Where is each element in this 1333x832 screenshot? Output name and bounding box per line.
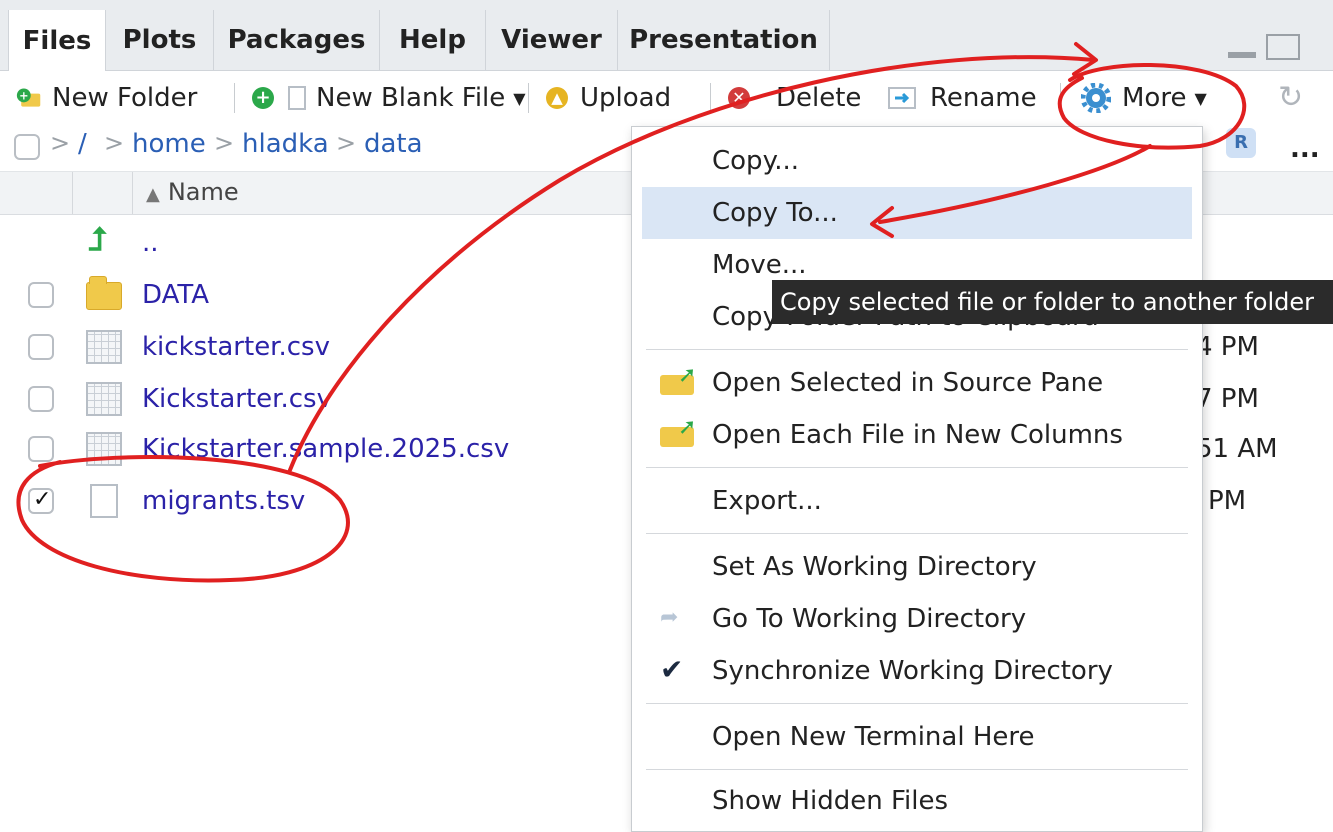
toolbar-separator bbox=[1060, 83, 1061, 113]
tab-presentation[interactable]: Presentation bbox=[618, 10, 830, 70]
r-project-icon[interactable]: R bbox=[1226, 128, 1256, 158]
modified-time: 7 PM bbox=[1196, 384, 1259, 414]
file-name-link[interactable]: DATA bbox=[142, 280, 209, 310]
modified-time: PM bbox=[1208, 486, 1247, 516]
breadcrumb-root[interactable]: / bbox=[78, 129, 87, 159]
modified-time: 51 AM bbox=[1196, 434, 1278, 464]
modified-time: 4 PM bbox=[1196, 332, 1259, 362]
upload-button[interactable]: ▲ Upload bbox=[544, 79, 671, 117]
breadcrumb-hladka[interactable]: hladka bbox=[242, 129, 329, 159]
delete-icon: ✕ bbox=[726, 85, 752, 111]
delete-button[interactable]: ✕ Delete bbox=[726, 79, 861, 117]
name-column-header[interactable]: ▲ Name bbox=[146, 178, 239, 206]
tooltip: Copy selected file or folder to another … bbox=[772, 280, 1333, 324]
upload-icon: ▲ bbox=[544, 85, 570, 111]
menu-item-open-terminal[interactable]: Open New Terminal Here bbox=[642, 711, 1192, 763]
svg-text:+: + bbox=[19, 89, 28, 102]
toolbar-separator bbox=[234, 83, 235, 113]
menu-item-export[interactable]: Export... bbox=[642, 475, 1192, 527]
rename-button[interactable]: Rename bbox=[886, 79, 1037, 117]
table-file-icon bbox=[86, 330, 122, 364]
more-button[interactable]: More ▼ bbox=[1080, 79, 1207, 117]
refresh-icon[interactable]: ↻ bbox=[1278, 80, 1303, 115]
new-folder-icon: + bbox=[16, 85, 42, 111]
new-folder-button[interactable]: + New Folder bbox=[16, 79, 197, 117]
name-column-label: Name bbox=[167, 178, 239, 206]
file-checkbox[interactable] bbox=[28, 436, 54, 462]
table-file-icon bbox=[86, 382, 122, 416]
upload-label: Upload bbox=[580, 83, 672, 113]
file-name-link[interactable]: Kickstarter.sample.2025.csv bbox=[142, 434, 509, 464]
list-item[interactable]: kickstarter.csv bbox=[0, 322, 640, 374]
new-blank-file-label: New Blank File bbox=[316, 83, 506, 113]
tab-files[interactable]: Files bbox=[8, 10, 106, 71]
breadcrumb-home[interactable]: home bbox=[132, 129, 206, 159]
file-checkbox[interactable] bbox=[28, 334, 54, 360]
checkmark-icon: ✔ bbox=[660, 653, 684, 686]
document-file-icon bbox=[86, 484, 118, 518]
menu-item-show-hidden-files[interactable]: Show Hidden Files bbox=[642, 775, 1192, 827]
file-name-link[interactable]: migrants.tsv bbox=[142, 486, 305, 516]
tab-packages[interactable]: Packages bbox=[214, 10, 380, 70]
menu-item-copy-to[interactable]: Copy To... bbox=[642, 187, 1192, 239]
menu-separator bbox=[646, 703, 1188, 704]
menu-separator bbox=[646, 533, 1188, 534]
toolbar-separator bbox=[528, 83, 529, 113]
list-item[interactable]: Kickstarter.sample.2025.csv bbox=[0, 424, 640, 476]
breadcrumb-separator: > bbox=[50, 129, 71, 157]
column-divider bbox=[72, 172, 73, 214]
menu-separator bbox=[646, 769, 1188, 770]
toolbar-separator bbox=[710, 83, 711, 113]
tab-help[interactable]: Help bbox=[380, 10, 486, 70]
file-checkbox[interactable] bbox=[28, 386, 54, 412]
menu-item-synchronize-working-directory[interactable]: ✔ Synchronize Working Directory bbox=[642, 645, 1192, 697]
add-file-icon: + bbox=[250, 85, 276, 111]
chevron-down-icon: ▼ bbox=[513, 88, 526, 108]
list-item[interactable]: ⮥ .. bbox=[0, 218, 640, 270]
files-toolbar: + New Folder + New Blank File ▼ ▲ Upload… bbox=[0, 71, 1333, 125]
tab-plots[interactable]: Plots bbox=[106, 10, 214, 70]
menu-separator bbox=[646, 349, 1188, 350]
menu-item-copy[interactable]: Copy... bbox=[642, 135, 1192, 187]
sort-ascending-icon: ▲ bbox=[146, 184, 160, 205]
list-item[interactable]: DATA bbox=[0, 270, 640, 322]
blank-file-icon bbox=[286, 85, 308, 111]
delete-label: Delete bbox=[776, 83, 862, 113]
new-blank-file-button[interactable]: + New Blank File ▼ bbox=[250, 79, 526, 117]
file-checkbox-checked[interactable] bbox=[28, 487, 54, 514]
rename-label: Rename bbox=[930, 83, 1037, 113]
more-label: More bbox=[1122, 83, 1187, 113]
breadcrumb-separator: > bbox=[214, 129, 235, 157]
menu-item-open-selected[interactable]: ➚ Open Selected in Source Pane bbox=[642, 357, 1192, 409]
gear-icon bbox=[1080, 83, 1112, 113]
new-folder-label: New Folder bbox=[52, 83, 198, 113]
goto-arrow-icon: ➦ bbox=[660, 605, 679, 630]
tab-viewer[interactable]: Viewer bbox=[486, 10, 618, 70]
list-item[interactable]: migrants.tsv bbox=[0, 476, 640, 528]
column-divider bbox=[132, 172, 133, 214]
table-file-icon bbox=[86, 432, 122, 466]
breadcrumb-separator: > bbox=[104, 129, 125, 157]
folder-icon bbox=[86, 276, 122, 310]
more-options-icon[interactable]: ... bbox=[1290, 134, 1320, 164]
list-item[interactable]: Kickstarter.csv bbox=[0, 374, 640, 426]
menu-item-set-working-directory[interactable]: Set As Working Directory bbox=[642, 541, 1192, 593]
more-dropdown-menu: Copy... Copy To... Move... Copy Folder P… bbox=[631, 126, 1203, 832]
menu-item-go-to-working-directory[interactable]: ➦ Go To Working Directory bbox=[642, 593, 1192, 645]
chevron-down-icon: ▼ bbox=[1194, 88, 1207, 108]
file-name-link[interactable]: Kickstarter.csv bbox=[142, 384, 332, 414]
maximize-pane-icon[interactable] bbox=[1266, 34, 1300, 60]
breadcrumb-separator: > bbox=[336, 129, 357, 157]
select-all-checkbox[interactable] bbox=[14, 134, 40, 160]
minimize-pane-icon[interactable] bbox=[1228, 52, 1256, 58]
pane-tab-bar: Files Plots Packages Help Viewer Present… bbox=[0, 0, 1333, 71]
file-checkbox[interactable] bbox=[28, 282, 54, 308]
menu-item-open-each[interactable]: ➚ Open Each File in New Columns bbox=[642, 409, 1192, 461]
file-name-link[interactable]: kickstarter.csv bbox=[142, 332, 330, 362]
parent-directory-icon: ⮥ bbox=[88, 220, 107, 258]
file-name-link[interactable]: .. bbox=[142, 228, 159, 258]
rename-icon bbox=[886, 85, 920, 111]
menu-separator bbox=[646, 467, 1188, 468]
breadcrumb-data[interactable]: data bbox=[364, 129, 423, 159]
